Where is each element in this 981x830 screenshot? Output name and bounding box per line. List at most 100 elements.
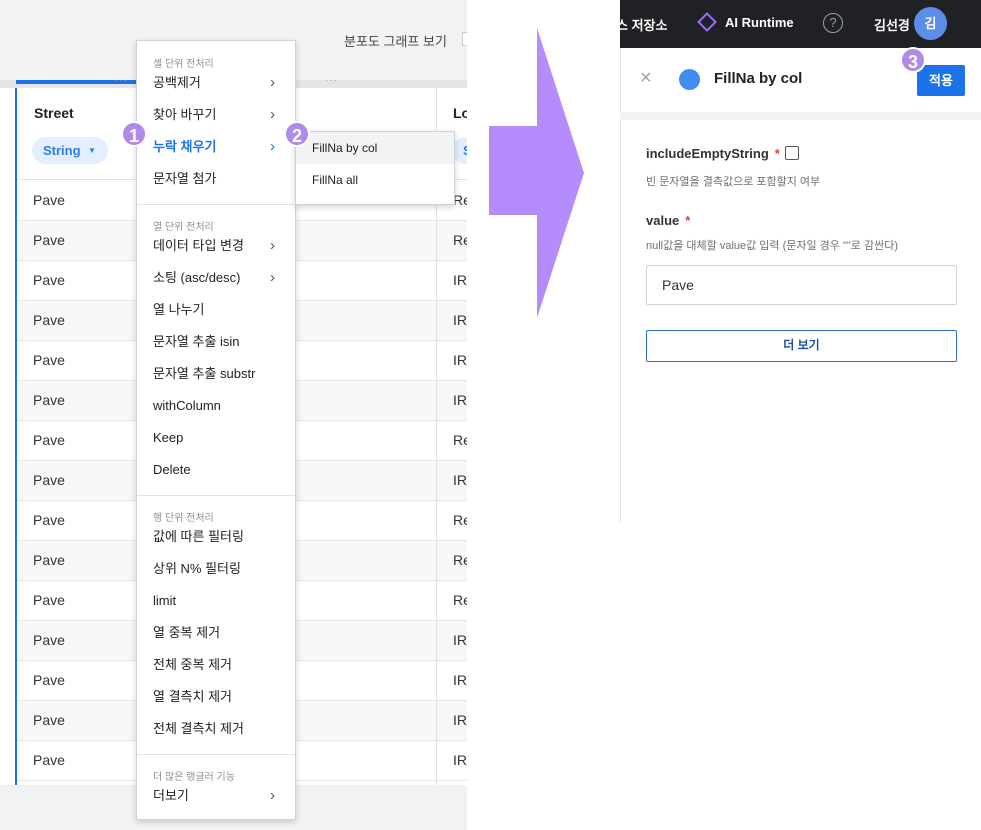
chevron-right-icon: › [270,106,275,123]
menu-item-dropna-col[interactable]: 열 결측치 제거 [137,682,295,712]
menu-item-more[interactable]: 더보기 › [137,781,295,811]
menu-item-dropna-all[interactable]: 전체 결측치 제거 [137,714,295,744]
menu-item-sort[interactable]: 소팅 (asc/desc) › [137,263,295,293]
menu-item-delete[interactable]: Delete [137,455,295,485]
menu-item-dedup-col[interactable]: 열 중복 제거 [137,618,295,648]
menu-item-label: 열 결측치 제거 [153,689,232,704]
required-mark: * [685,213,691,228]
table-cell: IR [453,472,467,488]
table-cell: IR [453,392,467,408]
nav-item-storage[interactable]: 스 저장소 [620,15,667,34]
drag-handle-icon[interactable]: ··· [115,75,128,86]
menu-item-change-type[interactable]: 데이터 타입 변경 › [137,231,295,261]
table-cell: Pave [33,672,65,688]
include-empty-string-checkbox[interactable] [785,146,799,160]
menu-item-label: 값에 따른 필터링 [153,529,244,544]
flow-arrow-icon [489,28,584,318]
menu-item-label: 공백제거 [153,75,201,90]
menu-item-filter-top[interactable]: 상위 N% 필터링 [137,554,295,584]
submenu-item-fillna-all[interactable]: FillNa all [296,164,454,196]
user-name[interactable]: 김선경 [874,15,910,34]
nav-item-ai-runtime[interactable]: AI Runtime [725,15,794,30]
table-cell: Pave [33,192,65,208]
include-empty-string-label: includeEmptyString * [646,146,780,161]
table-cell: IR [453,312,467,328]
scatter-toggle-box[interactable] [462,32,467,46]
menu-item-dedup-all[interactable]: 전체 중복 제거 [137,650,295,680]
chevron-right-icon: › [270,138,275,155]
dialog-title: FillNa by col [714,70,803,87]
table-cell: Pave [33,232,65,248]
table-cell: IR [453,752,467,768]
column-context-menu: 셀 단위 전처리 공백제거 › 찾아 바꾸기 › 누락 채우기 › 문자열 첨가… [136,40,296,820]
table-cell: Pave [33,392,65,408]
menu-item-extract-isin[interactable]: 문자열 추출 isin [137,327,295,357]
table-cell: Re [453,512,467,528]
menu-item-fill-missing[interactable]: 누락 채우기 › [137,132,295,162]
menu-item-label: 문자열 추출 substr [153,366,256,381]
menu-item-split[interactable]: 열 나누기 [137,295,295,325]
close-icon[interactable]: × [640,68,652,88]
table-cell: Pave [33,312,65,328]
menu-item-label: 데이터 타입 변경 [153,238,244,253]
menu-item-keep[interactable]: Keep [137,423,295,453]
menu-item-label: Keep [153,430,184,445]
dialog-header-divider [620,112,981,120]
menu-item-filter-value[interactable]: 값에 따른 필터링 [137,522,295,552]
submenu-item-fillna-by-col[interactable]: FillNa by col [296,132,454,164]
fillna-dialog-panel: 스 저장소 AI Runtime ? 김선경 김 × FillNa by col… [620,0,981,522]
table-cell: Re [453,232,467,248]
column-type-label: S [463,143,467,158]
menu-item-limit[interactable]: limit [137,586,295,616]
table-cell: Pave [33,552,65,568]
apply-button[interactable]: 적용 [917,65,965,96]
menu-divider [137,204,295,205]
column-type-dropdown[interactable]: String ▼ [32,137,108,164]
menu-item-label: 소팅 (asc/desc) [153,270,241,285]
table-cell: IR [453,632,467,648]
menu-item-append-string[interactable]: 문자열 첨가 [137,164,295,194]
menu-item-find-replace[interactable]: 찾아 바꾸기 › [137,100,295,130]
menu-item-label: 전체 중복 제거 [153,657,232,672]
chevron-right-icon: › [270,74,275,91]
table-cell: Pave [33,712,65,728]
dialog-header: × FillNa by col 적용 [620,48,981,112]
more-button[interactable]: 더 보기 [646,330,957,362]
table-cell: Pave [33,632,65,648]
menu-item-with-column[interactable]: withColumn [137,391,295,421]
table-cell: IR [453,272,467,288]
menu-item-label: withColumn [153,398,221,413]
step-badge-2: 2 [284,121,310,147]
required-mark: * [774,146,780,161]
table-view-panel: 분포도 그래프 보기 ··· ··· Street String ▼ Lo S … [0,0,467,830]
table-cell: Re [453,592,467,608]
table-cell: Re [453,192,467,208]
menu-item-label: 더보기 [153,788,189,803]
step-badge-3: 3 [900,47,926,73]
menu-divider [137,495,295,496]
include-empty-string-desc: 빈 문자열을 결측값으로 포함할지 여부 [646,176,821,188]
menu-divider [137,754,295,755]
table-cell: Pave [33,432,65,448]
table-cell: Pave [33,472,65,488]
status-dot-icon [679,69,700,90]
table-cell: Pave [33,272,65,288]
menu-item-label: 전체 결측치 제거 [153,721,244,736]
menu-item-trim[interactable]: 공백제거 › [137,68,295,98]
drag-handle-icon[interactable]: ··· [325,75,338,86]
column-name: Lo [453,105,467,121]
menu-item-label: 열 나누기 [153,302,205,317]
menu-item-label: 상위 N% 필터링 [153,561,241,576]
value-input[interactable]: Pave [646,265,957,305]
value-desc: null값을 대체할 value값 입력 (문자일 경우 ""로 감싼다) [646,240,898,252]
selected-column-border [15,88,17,785]
menu-item-extract-substr[interactable]: 문자열 추출 substr [137,359,295,389]
step-badge-1: 1 [121,121,147,147]
avatar[interactable]: 김 [914,7,947,40]
table-cell: IR [453,672,467,688]
help-icon[interactable]: ? [823,13,843,33]
caret-down-icon: ▼ [88,146,96,155]
fill-missing-submenu: FillNa by col FillNa all [295,131,455,205]
ai-runtime-icon [697,12,717,32]
scatter-graph-toggle[interactable]: 분포도 그래프 보기 [344,31,447,50]
